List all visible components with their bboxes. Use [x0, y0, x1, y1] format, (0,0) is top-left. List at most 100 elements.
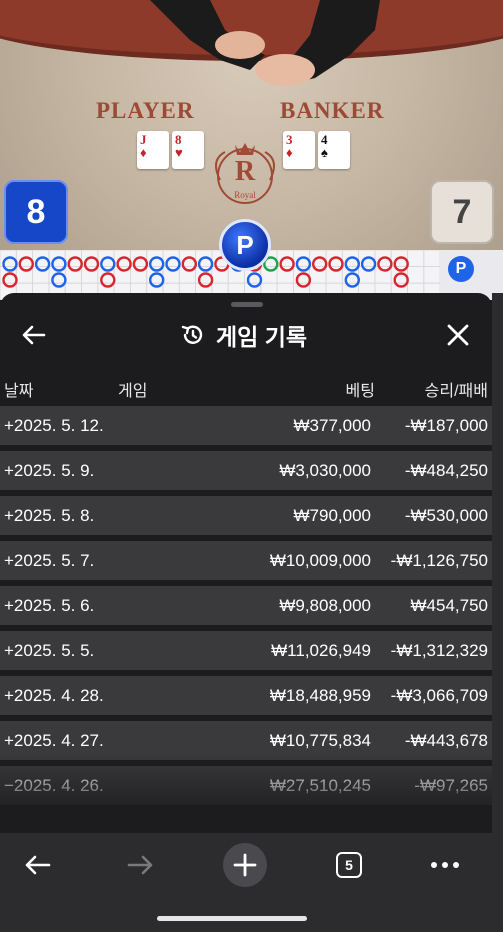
road-bead [51, 256, 67, 272]
player-card-1: J ♦ [137, 131, 169, 169]
road-bead [148, 272, 165, 288]
logo-letter: R [234, 156, 256, 187]
banker-score: 7 [430, 180, 494, 244]
row-winloss: -₩1,312,329 [390, 641, 488, 660]
row-date: +2025. 5. 9. [4, 461, 95, 480]
plus-icon [233, 853, 257, 877]
table-row[interactable]: +2025. 5. 7. ₩10,009,000 -₩1,126,750 [0, 541, 492, 580]
row-winloss: -₩530,000 [404, 506, 488, 525]
banker-label: BANKER [280, 98, 385, 123]
road-bead [312, 256, 328, 272]
row-date: +2025. 5. 5. [4, 641, 95, 660]
scrollbar-track[interactable] [492, 293, 503, 853]
row-winloss: ₩454,750 [410, 596, 489, 615]
row-bet: ₩18,488,959 [269, 686, 371, 705]
column-headers: 날짜 게임 베팅 승리/패배 [0, 375, 492, 400]
row-date: +2025. 5. 12. [4, 416, 104, 435]
history-icon [181, 325, 203, 344]
dealer-hands [150, 0, 380, 86]
row-bet: ₩9,808,000 [279, 596, 371, 615]
col-winloss: 승리/패배 [424, 383, 488, 400]
row-date: +2025. 5. 6. [4, 596, 95, 615]
row-bet: ₩10,775,834 [269, 731, 371, 750]
road-bead [18, 256, 34, 272]
road-bead [197, 272, 214, 288]
close-icon [447, 324, 469, 346]
road-bead [100, 256, 116, 272]
road-bead [197, 256, 214, 272]
row-bet: ₩11,026,949 [271, 641, 371, 660]
row-bet: ₩377,000 [293, 416, 372, 435]
col-game: 게임 [118, 383, 148, 400]
road-bead [279, 256, 295, 272]
table-row[interactable]: −2025. 4. 26. ₩27,510,245 -₩97,265 [0, 766, 492, 805]
back-button[interactable] [20, 321, 48, 349]
row-bet: ₩10,009,000 [269, 551, 371, 570]
road-bead [34, 256, 51, 272]
banker-card-2: 4 ♠ [318, 131, 350, 169]
road-bead [165, 256, 181, 272]
new-tab-button[interactable] [223, 843, 267, 887]
tab-count: 5 [336, 852, 362, 878]
col-bet: 베팅 [345, 383, 375, 400]
sheet-header: 게임 기록 [0, 311, 492, 359]
road-bead [344, 256, 360, 272]
road-bead [295, 256, 312, 272]
arrow-right-icon [127, 855, 153, 875]
row-winloss: -₩3,066,709 [390, 686, 488, 705]
road-bead [116, 256, 132, 272]
table-row[interactable]: +2025. 5. 6. ₩9,808,000 ₩454,750 [0, 586, 492, 625]
player-score: 8 [4, 180, 68, 244]
road-bead [360, 256, 377, 272]
row-bet: ₩27,510,245 [269, 776, 371, 795]
road-bead [295, 272, 312, 288]
road-bead [377, 256, 393, 272]
row-date: +2025. 4. 28. [4, 686, 104, 705]
row-date: +2025. 5. 8. [4, 506, 95, 525]
road-bead [51, 272, 67, 288]
table-row[interactable]: +2025. 5. 9. ₩3,030,000 -₩484,250 [0, 451, 492, 490]
arrow-left-icon [22, 325, 46, 345]
road-bead [100, 272, 116, 288]
row-date: +2025. 5. 7. [4, 551, 95, 570]
row-winloss: -₩484,250 [404, 461, 488, 480]
more-dots-icon [431, 862, 459, 868]
table-row[interactable]: +2025. 5. 5. ₩11,026,949 -₩1,312,329 [0, 631, 492, 670]
tabs-button[interactable]: 5 [327, 843, 371, 887]
row-winloss: -₩187,000 [404, 416, 488, 435]
road-bead [328, 256, 344, 272]
table-row[interactable]: +2025. 4. 28. ₩18,488,959 -₩3,066,709 [0, 676, 492, 715]
road-bead [181, 256, 198, 272]
road-bead [246, 272, 263, 288]
drag-handle[interactable] [231, 302, 263, 307]
road-bead [2, 272, 18, 288]
player-card-2: 8 ♥ [172, 131, 204, 169]
road-bead [393, 256, 409, 272]
road-bead [2, 256, 18, 272]
forward-nav-button[interactable] [119, 843, 163, 887]
logo-text: Royal [234, 190, 256, 200]
back-nav-button[interactable] [15, 843, 59, 887]
player-label: PLAYER [96, 98, 195, 123]
table-row[interactable]: +2025. 5. 12. ₩377,000 -₩187,000 [0, 406, 492, 445]
player-predict-icon[interactable]: P [448, 256, 474, 282]
row-bet: ₩790,000 [293, 506, 372, 525]
more-button[interactable] [423, 843, 467, 887]
road-bead [132, 256, 149, 272]
history-list: +2025. 5. 12. ₩377,000 -₩187,000 +2025. 5.… [0, 406, 492, 811]
row-winloss: -₩97,265 [414, 776, 488, 795]
table-row[interactable]: +2025. 5. 8. ₩790,000 -₩530,000 [0, 496, 492, 535]
banker-card-1: 3 ♦ [283, 131, 315, 169]
close-button[interactable] [444, 321, 472, 349]
row-winloss: -₩443,678 [404, 731, 488, 750]
table-row[interactable]: +2025. 4. 27. ₩10,775,834 -₩443,678 [0, 721, 492, 760]
game-history-sheet: 게임 기록 날짜 게임 베팅 승리/패배 +2025. 5. 12. ₩377,0… [0, 293, 492, 833]
row-winloss: -₩1,126,750 [390, 551, 488, 570]
arrow-left-icon [25, 855, 51, 875]
col-date: 날짜 [4, 383, 34, 400]
live-game-view: PLAYER BANKER J ♦ 8 ♥ 3 ♦ 4 ♠ 8 7 R Royal P … [0, 0, 503, 300]
sheet-title: 게임 기록 [216, 324, 308, 350]
road-bead [67, 256, 83, 272]
sheet-title-group: 게임 기록 [180, 319, 307, 351]
road-bead [83, 256, 100, 272]
